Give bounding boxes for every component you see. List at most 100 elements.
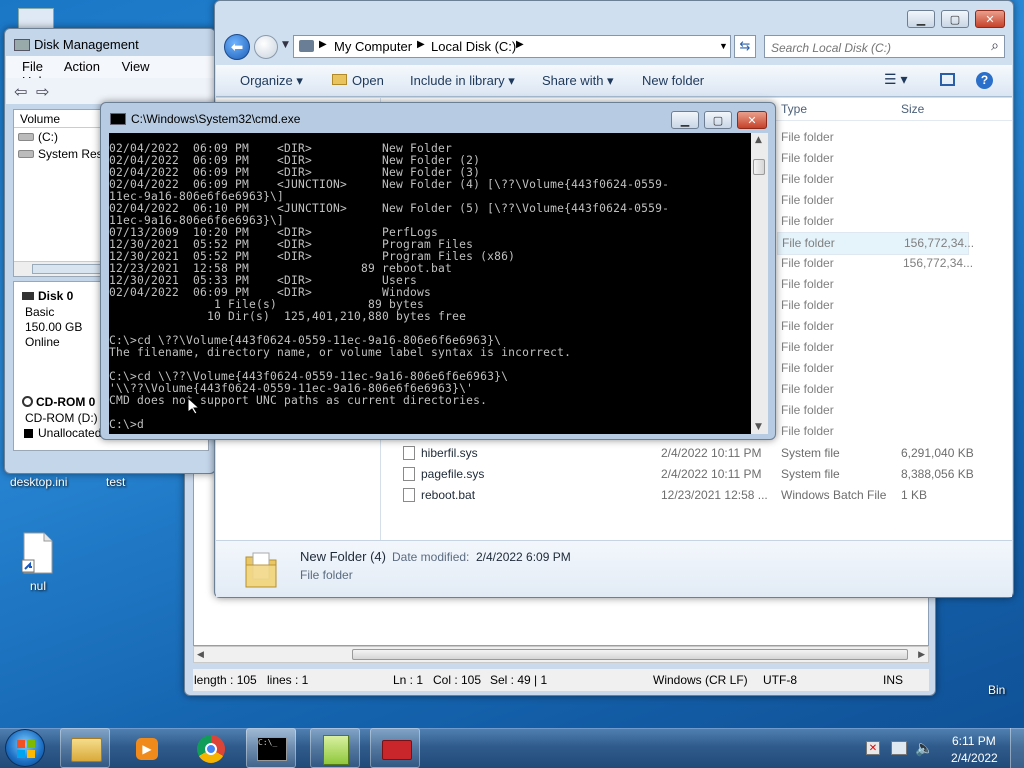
breadcrumb-my-computer[interactable]: My Computer <box>334 39 412 54</box>
taskbar-notepadpp-button[interactable] <box>310 728 360 768</box>
show-desktop-button[interactable] <box>1010 728 1024 768</box>
file-icon[interactable] <box>21 532 54 574</box>
details-name: New Folder (4) <box>300 549 386 564</box>
open-button[interactable]: Open <box>352 73 384 88</box>
folder-row[interactable]: File folder 156,772,34... <box>777 232 974 255</box>
taskbar-cmd-button[interactable]: C:\_ <box>246 728 296 768</box>
cmd-close-button[interactable]: ✕ <box>737 111 767 129</box>
scroll-up-icon[interactable]: ▲ <box>755 135 762 145</box>
breadcrumb-local-disk[interactable]: Local Disk (C:) <box>431 39 516 54</box>
file-size: 6,291,040 KB <box>901 446 974 460</box>
status-length: length : 105 <box>194 673 257 687</box>
include-in-library-button[interactable]: Include in library ▾ <box>410 73 515 89</box>
minimize-button[interactable]: ▁ <box>907 10 935 28</box>
views-icon[interactable]: ☰ ▾ <box>884 71 907 88</box>
cmd-app-icon <box>110 113 126 125</box>
file-rows: hiberfil.sys 2/4/2022 10:11 PM System file… <box>381 443 1012 509</box>
disk0-status: Online <box>25 335 60 349</box>
menu-file[interactable]: File <box>22 59 43 74</box>
desktop-icon-nul-label[interactable]: nul <box>30 579 46 593</box>
cmd-vscrollbar[interactable]: ▲ ▼ <box>751 133 768 434</box>
recent-pages-chevron-icon[interactable]: ▼ <box>282 40 289 50</box>
tray-network-icon[interactable] <box>891 741 907 755</box>
back-arrow-icon[interactable]: ⇦ <box>14 82 27 101</box>
organize-button[interactable]: Organize ▾ <box>240 73 303 89</box>
search-box[interactable]: ⌕ <box>764 35 1005 58</box>
search-icon[interactable]: ⌕ <box>991 38 999 54</box>
file-date: 2/4/2022 10:11 PM <box>661 446 762 460</box>
new-folder-button[interactable]: New folder <box>642 73 704 88</box>
unallocated-swatch <box>24 429 33 438</box>
breadcrumb-sep-icon[interactable]: ▶ <box>516 39 524 50</box>
file-date: 12/23/2021 12:58 ... <box>661 488 768 502</box>
disk0-type: Basic <box>25 305 55 319</box>
file-name: reboot.bat <box>421 488 476 502</box>
file-row[interactable]: hiberfil.sys 2/4/2022 10:11 PM System file… <box>381 443 991 464</box>
cmd-icon: C:\_ <box>257 737 287 761</box>
forward-button[interactable] <box>254 35 278 59</box>
clock-time[interactable]: 6:11 PM <box>952 734 996 748</box>
desktop-icon-test-label[interactable]: test <box>106 475 125 489</box>
scroll-right-icon[interactable]: ▶ <box>918 650 925 660</box>
folder-type: File folder <box>781 340 834 354</box>
close-button[interactable]: ✕ <box>975 10 1005 28</box>
disk0-name: Disk 0 <box>38 289 74 303</box>
taskbar-media-player-button[interactable]: ▶ <box>122 728 172 768</box>
folder-icon <box>244 549 278 589</box>
cdrom-drive: CD-ROM (D:) <box>25 411 98 425</box>
start-button[interactable] <box>5 729 45 767</box>
status-ln: Ln : 1 <box>393 673 424 687</box>
volume-row-c[interactable]: (C:) <box>18 130 58 144</box>
folder-type: File folder <box>781 361 834 375</box>
drive-icon <box>18 150 34 158</box>
address-bar[interactable]: ▶ My Computer ▶ Local Disk (C:) ▶ ▼ <box>293 35 731 58</box>
chrome-icon <box>197 735 225 763</box>
cmd-maximize-button[interactable]: ▢ <box>704 111 732 129</box>
refresh-button[interactable]: ⇆ <box>734 35 756 58</box>
details-date: 2/4/2022 6:09 PM <box>476 550 571 564</box>
back-button[interactable]: ⬅ <box>224 34 250 60</box>
tray-flag-icon[interactable]: ✕ <box>866 741 880 755</box>
search-input[interactable] <box>769 38 983 57</box>
breadcrumb-sep-icon[interactable]: ▶ <box>319 39 327 50</box>
details-pane: New Folder (4) Date modified: 2/4/2022 6… <box>216 540 1012 597</box>
file-icon <box>403 488 415 502</box>
maximize-button[interactable]: ▢ <box>941 10 969 28</box>
windows-logo-icon <box>17 740 35 758</box>
scrollbar-thumb[interactable] <box>352 649 908 660</box>
file-row[interactable]: reboot.bat 12/23/2021 12:58 ... Windows Ba… <box>381 485 991 506</box>
desktop-icon-bin-label[interactable]: Bin <box>988 683 1005 697</box>
cmd-minimize-button[interactable]: ▁ <box>671 111 699 129</box>
horizontal-scrollbar[interactable]: ◀ ▶ <box>193 646 929 663</box>
scroll-down-icon[interactable]: ▼ <box>755 422 762 432</box>
file-row[interactable]: pagefile.sys 2/4/2022 10:11 PM System file… <box>381 464 991 485</box>
folder-icon <box>71 738 102 762</box>
status-lines: lines : 1 <box>267 673 309 687</box>
desktop-top-icon[interactable] <box>12 0 58 30</box>
taskbar-chrome-button[interactable] <box>186 728 236 768</box>
forward-arrow-icon[interactable]: ⇨ <box>36 82 49 101</box>
menu-action[interactable]: Action <box>64 59 100 74</box>
column-header-type[interactable]: Type <box>781 102 807 116</box>
breadcrumb-sep-icon[interactable]: ▶ <box>417 39 425 50</box>
scroll-left-icon[interactable]: ◀ <box>197 650 204 660</box>
taskbar-toolbox-button[interactable] <box>370 728 420 768</box>
tray-volume-icon[interactable]: 🔈 <box>915 739 934 757</box>
preview-pane-icon[interactable] <box>940 73 955 86</box>
file-name: pagefile.sys <box>421 467 485 481</box>
menu-view[interactable]: View <box>122 59 150 74</box>
taskbar-explorer-button[interactable] <box>60 728 110 768</box>
desktop-icon-desktop-ini-label[interactable]: desktop.ini <box>10 475 67 489</box>
folder-type: File folder <box>781 424 834 438</box>
address-dropdown-icon[interactable]: ▼ <box>719 41 728 51</box>
volume-row-system[interactable]: System Rese <box>18 147 109 161</box>
share-with-button[interactable]: Share with ▾ <box>542 73 614 89</box>
clock-date[interactable]: 2/4/2022 <box>951 751 998 765</box>
folder-type: File folder <box>781 130 834 144</box>
cmd-output[interactable]: 02/04/2022 06:09 PM <DIR> New Folder 02/… <box>109 143 749 433</box>
folder-type: File folder <box>781 172 834 186</box>
column-header-size[interactable]: Size <box>901 102 924 116</box>
scrollbar-thumb[interactable] <box>753 159 765 175</box>
notepad-status-bar: length : 105 lines : 1 Ln : 1 Col : 105 … <box>193 669 929 691</box>
help-icon[interactable]: ? <box>976 72 993 89</box>
